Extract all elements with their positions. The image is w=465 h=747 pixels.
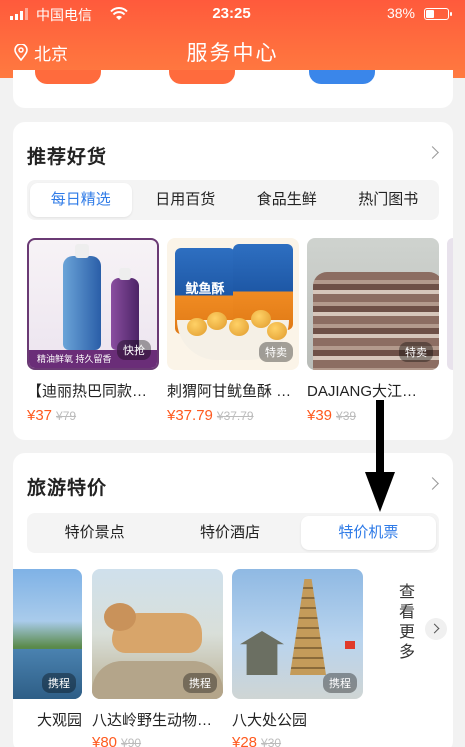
- chevron-right-icon[interactable]: [426, 146, 439, 159]
- battery-icon: [424, 8, 452, 20]
- product-name: 【迪丽热巴同款…: [27, 383, 148, 400]
- previous-section-card: [13, 70, 453, 108]
- product-tag: 特卖: [399, 342, 433, 362]
- view-more-link[interactable]: 查看更多: [399, 583, 419, 663]
- destination-name: 八达岭野生动物…: [92, 712, 213, 729]
- tab-attractions[interactable]: 特价景点: [27, 513, 162, 553]
- tab-fresh-food[interactable]: 食品生鲜: [236, 180, 338, 220]
- tab-flights[interactable]: 特价机票: [300, 516, 436, 550]
- destination-image: 携程: [232, 569, 363, 699]
- header: 中国电信 23:25 38% 北京 服务中心: [0, 0, 465, 78]
- product-image: 特卖: [307, 238, 439, 370]
- product-name: DAJIANG大江…: [307, 383, 418, 400]
- product-price: ¥37 ¥79: [27, 407, 77, 424]
- product-card[interactable]: 特卖 DAJIANG大江… ¥39 ¥39: [307, 238, 439, 424]
- recommend-title: 推荐好货: [27, 147, 108, 168]
- product-tag: 快抢: [117, 340, 151, 360]
- product-old-price: ¥79: [56, 409, 77, 423]
- next-product-peek: [447, 238, 453, 370]
- destination-tag: 携程: [183, 673, 217, 693]
- tab-daily-picks[interactable]: 每日精选: [30, 183, 132, 217]
- tab-daily-goods[interactable]: 日用百货: [135, 180, 237, 220]
- product-name: 刺猬阿甘鱿鱼酥 …: [167, 383, 292, 400]
- product-image: 精油鲜氧 持久留香 快抢: [27, 238, 159, 370]
- destination-price: ¥80 ¥90: [92, 734, 223, 747]
- product-old-price: ¥37.79: [216, 409, 254, 423]
- product-price: ¥37.79 ¥37.79: [167, 407, 254, 424]
- tab-popular-books[interactable]: 热门图书: [338, 180, 440, 220]
- destination-tag: 携程: [42, 673, 76, 693]
- destination-tag: 携程: [323, 673, 357, 693]
- product-image: 鱿鱼酥 特卖: [167, 238, 299, 370]
- nav-bar: 北京 服务中心: [0, 32, 465, 70]
- chevron-right-icon[interactable]: [425, 618, 447, 640]
- destination-name: 大观园: [36, 712, 82, 729]
- destination-card[interactable]: 携程 八达岭野生动物… ¥80 ¥90: [92, 569, 223, 747]
- destination-old-price: ¥30: [261, 736, 282, 747]
- destination-card[interactable]: 携程 大观园: [13, 569, 82, 730]
- tab-hotels[interactable]: 特价酒店: [162, 513, 297, 553]
- service-pill-3[interactable]: [309, 70, 375, 84]
- recommend-tabs: 每日精选 日用百货 食品生鲜 热门图书: [27, 180, 439, 220]
- chevron-right-icon[interactable]: [426, 477, 439, 490]
- destination-image: 携程: [13, 569, 82, 699]
- destination-card[interactable]: 携程 八大处公园 ¥28 ¥30: [232, 569, 363, 747]
- destination-price: ¥28 ¥30: [232, 734, 363, 747]
- page-title: 服务中心: [186, 42, 279, 65]
- product-tag: 特卖: [259, 342, 293, 362]
- product-card[interactable]: 鱿鱼酥 特卖 刺猬阿甘鱿鱼酥 … ¥37.79 ¥37.79: [167, 238, 299, 424]
- down-arrow-annotation: [365, 400, 395, 512]
- status-bar: 中国电信 23:25 38%: [10, 5, 453, 25]
- destination-old-price: ¥90: [121, 736, 142, 747]
- battery-percent: 38%: [386, 5, 415, 21]
- travel-title: 旅游特价: [27, 478, 108, 499]
- product-old-price: ¥39: [336, 409, 357, 423]
- recommend-card: 推荐好货 每日精选 日用百货 食品生鲜 热门图书 精油鲜氧 持久留香 快抢 【迪…: [13, 122, 453, 440]
- service-pill-2[interactable]: [169, 70, 235, 84]
- travel-tabs: 特价景点 特价酒店 特价机票: [27, 513, 439, 553]
- service-pill-1[interactable]: [35, 70, 101, 84]
- product-bag-label: 鱿鱼酥: [185, 281, 225, 296]
- destination-image: 携程: [92, 569, 223, 699]
- destination-name: 八大处公园: [232, 712, 308, 729]
- product-card[interactable]: 精油鲜氧 持久留香 快抢 【迪丽热巴同款… ¥37 ¥79: [27, 238, 159, 424]
